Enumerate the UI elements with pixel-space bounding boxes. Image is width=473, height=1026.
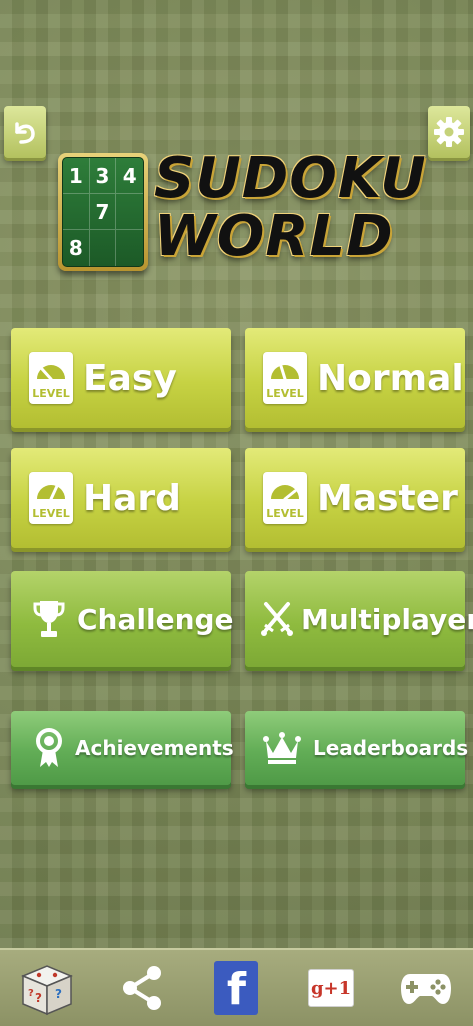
facebook-letter: f — [226, 964, 247, 1015]
board-cell — [116, 230, 143, 266]
achievements-button[interactable]: Achievements — [11, 711, 234, 785]
board-cell: 3 — [89, 158, 117, 194]
board-cell: 4 — [116, 158, 143, 194]
multiplayer-button[interactable]: Multiplayer — [245, 571, 473, 667]
back-button[interactable] — [4, 106, 46, 158]
svg-text:?: ? — [55, 987, 62, 1001]
back-arrow-icon — [15, 122, 35, 144]
easy-button[interactable]: LEVEL Easy — [11, 328, 231, 428]
easy-label: Easy — [83, 357, 177, 399]
board-cell — [90, 230, 117, 266]
settings-button[interactable] — [428, 106, 470, 158]
level-icon: LEVEL — [263, 472, 307, 524]
logo-title: SUDOKU WORLD — [154, 150, 427, 266]
level-icon: LEVEL — [263, 352, 307, 404]
achievements-label: Achievements — [75, 736, 234, 760]
share-button[interactable] — [112, 958, 172, 1018]
leaderboards-label: Leaderboards — [313, 736, 469, 760]
dice-icon: ? ? ? — [21, 965, 74, 1016]
board-cell — [63, 194, 90, 230]
level-icon: LEVEL — [29, 472, 73, 524]
challenge-label: Challenge — [77, 602, 234, 636]
gamepad-icon — [400, 974, 451, 1004]
crossed-swords-icon — [261, 600, 293, 638]
share-icon — [122, 966, 161, 1010]
award-ribbon-icon — [35, 727, 63, 769]
board-cell: 8 — [63, 230, 90, 266]
game-logo: 1 3 4 7 8 SUDOKU WORLD — [56, 150, 426, 280]
level-icon: LEVEL — [29, 352, 73, 404]
svg-text:?: ? — [35, 991, 42, 1005]
board-cell: 1 — [63, 158, 90, 194]
logo-title-line1: SUDOKU — [154, 146, 427, 211]
master-button[interactable]: LEVEL Master — [245, 448, 465, 548]
multiplayer-label: Multiplayer — [301, 602, 473, 636]
board-cell — [116, 194, 143, 230]
master-label: Master — [317, 477, 458, 519]
logo-title-line2: WORLD — [154, 204, 394, 269]
gear-icon — [434, 117, 464, 147]
hard-button[interactable]: LEVEL Hard — [11, 448, 231, 548]
trophy-icon — [33, 598, 65, 640]
leaderboards-button[interactable]: Leaderboards — [245, 711, 469, 785]
game-center-button[interactable] — [396, 958, 456, 1018]
normal-label: Normal — [317, 357, 464, 399]
challenge-button[interactable]: Challenge — [11, 571, 234, 667]
svg-text:?: ? — [28, 988, 34, 999]
google-plus-icon: g+1 — [308, 969, 355, 1007]
crown-icon — [263, 731, 301, 765]
facebook-icon: f — [214, 961, 259, 1015]
board-cell: 7 — [89, 194, 117, 230]
more-games-button[interactable]: ? ? ? — [17, 958, 77, 1018]
logo-sudoku-board: 1 3 4 7 8 — [58, 153, 148, 271]
facebook-button[interactable]: f — [206, 958, 266, 1018]
bottom-bar: ? ? ? f g+1 — [0, 948, 473, 1026]
google-plus-text: g+1 — [310, 977, 352, 999]
hard-label: Hard — [83, 477, 181, 519]
normal-button[interactable]: LEVEL Normal — [245, 328, 465, 428]
google-plus-button[interactable]: g+1 — [301, 958, 361, 1018]
